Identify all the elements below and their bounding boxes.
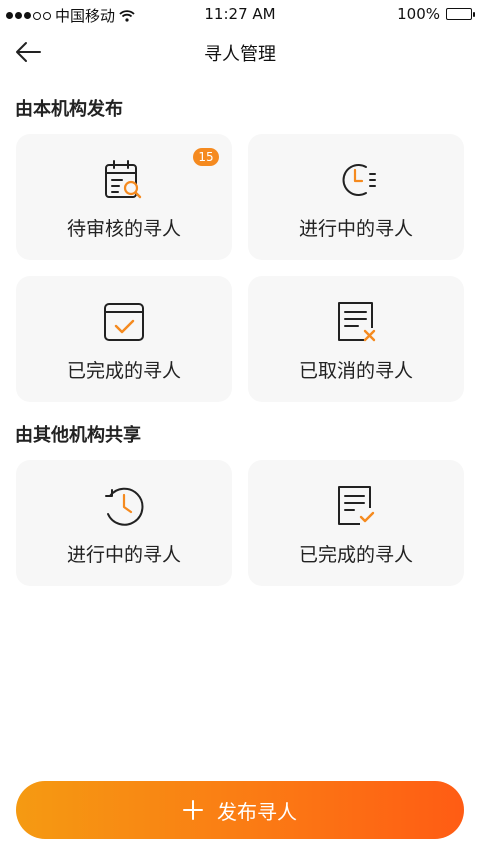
card-cancelled-own[interactable]: 已取消的寻人 xyxy=(248,276,464,402)
calendar-search-icon xyxy=(105,160,142,199)
plus-icon xyxy=(183,800,203,820)
card-label: 已完成的寻人 xyxy=(66,360,181,382)
battery-icon xyxy=(446,8,475,20)
calendar-check-icon xyxy=(104,303,144,341)
publish-search-button[interactable]: 发布寻人 xyxy=(16,781,464,839)
status-bar: 中国移动 11:27 AM 100% xyxy=(0,0,480,28)
card-in-progress-shared[interactable]: 进行中的寻人 xyxy=(16,460,232,586)
card-label: 已取消的寻人 xyxy=(298,360,413,382)
card-label: 进行中的寻人 xyxy=(298,218,413,240)
card-label: 待审核的寻人 xyxy=(66,218,181,240)
pending-count-badge: 15 xyxy=(193,148,219,166)
navigation-bar: 寻人管理 xyxy=(0,28,480,76)
section-title-shared: 由其他机构共享 xyxy=(15,425,141,446)
section-title-own: 由本机构发布 xyxy=(15,99,123,120)
battery-status: 100% xyxy=(397,5,475,23)
publish-button-label: 发布寻人 xyxy=(217,799,297,824)
card-label: 进行中的寻人 xyxy=(66,544,181,566)
clock-list-icon xyxy=(342,164,376,196)
document-cancel-icon xyxy=(338,302,376,342)
battery-percent: 100% xyxy=(397,5,440,23)
page-title: 寻人管理 xyxy=(204,44,276,65)
card-completed-shared[interactable]: 已完成的寻人 xyxy=(248,460,464,586)
card-in-progress-own[interactable]: 进行中的寻人 xyxy=(248,134,464,260)
card-completed-own[interactable]: 已完成的寻人 xyxy=(16,276,232,402)
card-label: 已完成的寻人 xyxy=(298,544,413,566)
document-check-icon xyxy=(338,486,375,525)
clock-history-icon xyxy=(105,487,144,526)
